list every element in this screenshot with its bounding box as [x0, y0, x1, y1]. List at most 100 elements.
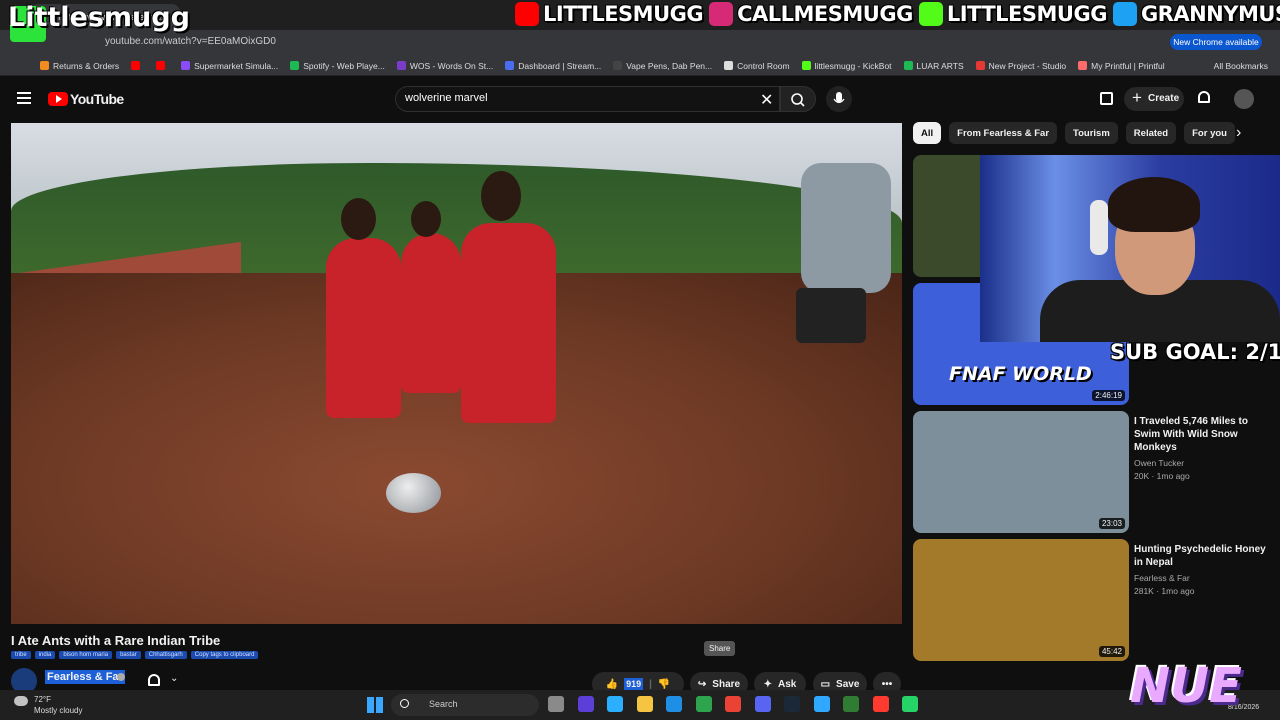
bookmark-favicon-icon [156, 61, 166, 70]
recommendation-info[interactable]: Hunting Psychedelic Honey in Nepal Fearle… [1134, 543, 1274, 598]
filter-chip[interactable]: Related [1125, 122, 1177, 144]
search-button[interactable] [780, 86, 816, 112]
recommendation-channel[interactable]: Fearless & Far [1134, 572, 1274, 585]
windows-start-icon[interactable] [367, 697, 383, 713]
bookmark-item[interactable]: Dashboard | Stream... [505, 61, 601, 71]
kick-icon [918, 2, 943, 26]
youtube-logo-icon[interactable] [48, 92, 68, 106]
sparkle-icon: ✦ [763, 678, 773, 690]
bookmark-label: Spotify - Web Playe... [303, 60, 385, 71]
video-tag[interactable]: Chhattisgarh [144, 651, 187, 659]
copilot-icon[interactable] [577, 696, 594, 712]
recommendation-info[interactable]: I Traveled 5,746 Miles to Swim With Wild… [1134, 415, 1274, 483]
bookmark-item[interactable] [131, 61, 144, 70]
sheets-icon[interactable] [843, 696, 859, 712]
video-tag[interactable]: Copy tags to clipboard [190, 651, 259, 659]
video-frame-pot [386, 473, 441, 513]
bookmark-item[interactable]: littlesmugg - KickBot [801, 60, 892, 71]
task-view-icon[interactable] [548, 696, 564, 712]
video-tags[interactable]: tribe india bison horn maria bastar Chhattis… [11, 651, 259, 659]
new-chrome-available-button[interactable]: New Chrome available [1170, 34, 1262, 50]
bookmark-label: littlesmugg - KickBot [814, 60, 892, 71]
edge-icon[interactable] [607, 696, 623, 712]
bookmark-favicon-icon [181, 61, 191, 70]
video-title: I Ate Ants with a Rare Indian Tribe [11, 633, 221, 648]
recommendation-title[interactable]: Hunting Psychedelic Honey in Nepal [1134, 543, 1274, 569]
taskbar-search[interactable]: Search [391, 694, 539, 716]
photoshop-icon[interactable] [813, 696, 830, 712]
video-player[interactable] [11, 123, 902, 624]
video-frame-person [461, 223, 556, 423]
bookmark-item[interactable]: Supermarket Simula... [181, 61, 278, 71]
webcam-person-hair [1108, 177, 1200, 232]
notifications-bell-icon[interactable] [1198, 91, 1210, 103]
store-icon[interactable] [695, 696, 712, 712]
weather-widget[interactable]: 72°F Mostly cloudy [12, 694, 82, 716]
bookmark-item[interactable]: My Printful | Printful [1078, 61, 1165, 71]
app-icon[interactable] [902, 696, 918, 712]
recommendation-meta: 281K · 1mo ago [1134, 586, 1195, 596]
bookmark-icon: ▭ [820, 678, 831, 690]
search-input[interactable] [405, 92, 745, 104]
video-frame-person-head [481, 171, 521, 221]
thumbs-down-icon[interactable]: 👎 [658, 679, 670, 690]
bookmark-item[interactable]: New Project - Studio [975, 60, 1067, 71]
bookmark-label: Control Room [737, 60, 790, 71]
hamburger-menu-icon[interactable] [17, 92, 31, 104]
video-frame-person [401, 233, 461, 393]
chevron-down-icon[interactable]: ⌄ [170, 673, 178, 684]
bookmark-label: LUAR ARTS [916, 60, 964, 71]
recommendation-title[interactable]: I Traveled 5,746 Miles to Swim With Wild… [1134, 415, 1274, 454]
youtube-logo-text[interactable]: YouTube [70, 91, 124, 107]
channel-name[interactable]: Fearless & Far [45, 670, 125, 684]
save-label: Save [836, 678, 860, 690]
bookmark-label: New Project - Studio [988, 60, 1067, 71]
social-handle: LITTLESMUGG [918, 2, 1107, 26]
video-duration: 45:42 [1098, 646, 1125, 657]
filter-chip[interactable]: From Fearless & Far [949, 122, 1058, 144]
url-text[interactable]: youtube.com/watch?v=EE0aMOixGD0 [105, 36, 276, 47]
chevron-right-icon[interactable]: › [1236, 124, 1241, 142]
bookmark-favicon-icon [724, 61, 734, 70]
recommendation-channel[interactable]: Owen Tucker [1134, 457, 1274, 470]
filter-chip[interactable]: For you [1184, 122, 1235, 144]
search-icon [400, 699, 409, 708]
steam-icon[interactable] [784, 696, 800, 712]
bookmark-item[interactable] [156, 61, 169, 70]
bookmark-favicon-icon [40, 61, 49, 70]
create-clip-icon[interactable] [1100, 92, 1113, 105]
bookmark-item[interactable]: Returns & Orders [40, 61, 119, 71]
plus-icon: + [1132, 88, 1142, 107]
all-bookmarks-button[interactable]: All Bookmarks [1214, 61, 1280, 71]
voice-search-button[interactable] [826, 86, 852, 112]
recommendation-thumbnail[interactable]: 23:03 [913, 411, 1129, 533]
video-tag[interactable]: india [34, 651, 56, 659]
video-tag[interactable]: tribe [11, 651, 31, 659]
subscription-bell-icon[interactable] [148, 674, 160, 686]
video-tag[interactable]: bison horn maria [59, 651, 113, 659]
bookmark-item[interactable]: WOS - Words On St... [396, 61, 493, 71]
recommendation-thumbnail[interactable]: 45:42 [913, 539, 1129, 661]
bookmark-favicon-icon [801, 61, 811, 70]
filter-chip[interactable]: Tourism [1065, 122, 1118, 144]
filter-chip[interactable]: All [913, 122, 942, 144]
acrobat-icon[interactable] [872, 696, 889, 712]
bookmark-item[interactable]: LUAR ARTS [903, 60, 964, 71]
video-tag[interactable]: bastar [116, 651, 141, 659]
bookmark-favicon-icon [396, 61, 406, 70]
instagram-icon [709, 2, 734, 26]
social-handle: CALLMESMUGG [709, 2, 913, 26]
bookmark-item[interactable]: Spotify - Web Playe... [290, 61, 385, 71]
file-explorer-icon[interactable] [636, 696, 653, 712]
bookmark-item[interactable]: Control Room [724, 60, 790, 71]
bookmark-favicon-icon [1078, 61, 1088, 70]
account-avatar[interactable] [1234, 89, 1254, 109]
chrome-icon[interactable] [725, 696, 741, 712]
browser-icon[interactable] [666, 696, 682, 712]
bookmark-item[interactable]: Vape Pens, Dab Pen... [613, 61, 712, 71]
discord-icon[interactable] [754, 696, 771, 712]
sub-goal-overlay: SUB GOAL: 2/10 [1110, 340, 1280, 364]
bookmark-label: Vape Pens, Dab Pen... [626, 60, 713, 71]
clear-search-icon[interactable]: ✕ [760, 90, 773, 110]
bookmark-label: My Printful | Printful [1091, 60, 1165, 71]
